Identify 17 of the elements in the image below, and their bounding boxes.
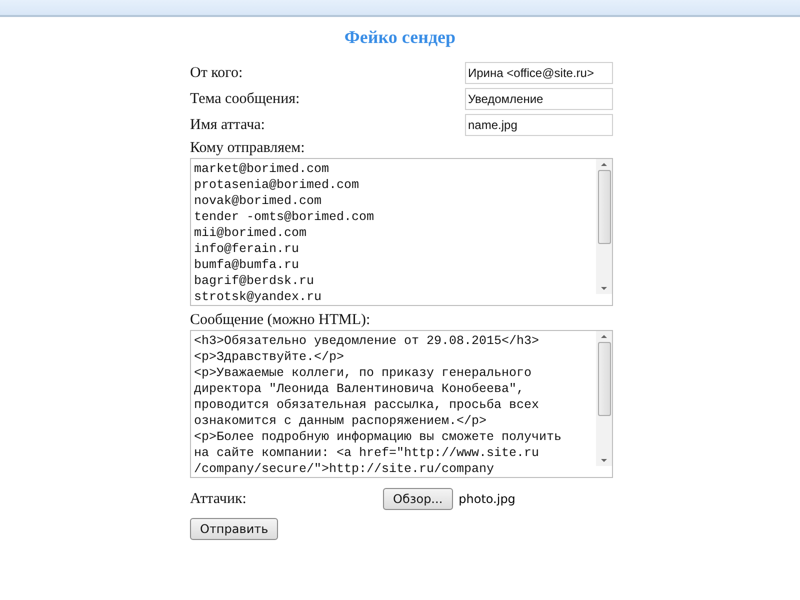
field-label: Аттачик: bbox=[190, 490, 246, 508]
field-label: Кому отправляем: bbox=[190, 140, 306, 157]
page-title: Фейко сендер bbox=[343, 27, 457, 48]
scrollbar[interactable] bbox=[596, 159, 612, 294]
send-button[interactable]: Отправить bbox=[190, 518, 278, 540]
input-field[interactable]: name.jpg bbox=[465, 114, 613, 136]
field-label: Тема сообщения: bbox=[190, 90, 300, 108]
text-area[interactable]: market@borimed.com protasenia@borimed.com novak@borimed.com tender -omts@borimed.com mii@borimed.com info@ferain.ru bumfa@bumfa.ru bagrif@berdsk.ru strotsk@yandex.ru bbox=[190, 158, 613, 306]
scrollbar[interactable] bbox=[596, 331, 612, 466]
input-field[interactable]: Уведомление bbox=[465, 88, 613, 110]
field-label: Сообщение (можно HTML): bbox=[190, 312, 372, 329]
field-label: Имя аттача: bbox=[190, 116, 265, 134]
field-label: От кого: bbox=[190, 64, 243, 82]
browse-button[interactable]: Обзор... bbox=[383, 488, 453, 510]
text-area[interactable]: <h3>Обязательно уведомление от 29.08.2015</h3> <p>Здравствуйте.</p> <p>Уважаемые коллеги, по приказу генерального директора "Леонида Валентиновича Конобеева", проводится обязательная рассылка, просьба всех ознакомится с данным распоряжением.</p> <p>Более подробную информацию вы сможете получить на сайте компании: <a href="http://www.site.ru /company/secure/">http://site.ru/company bbox=[190, 330, 613, 478]
file-name: photo.jpg bbox=[458, 492, 516, 506]
input-field[interactable]: Ирина <office@site.ru> bbox=[465, 62, 613, 84]
